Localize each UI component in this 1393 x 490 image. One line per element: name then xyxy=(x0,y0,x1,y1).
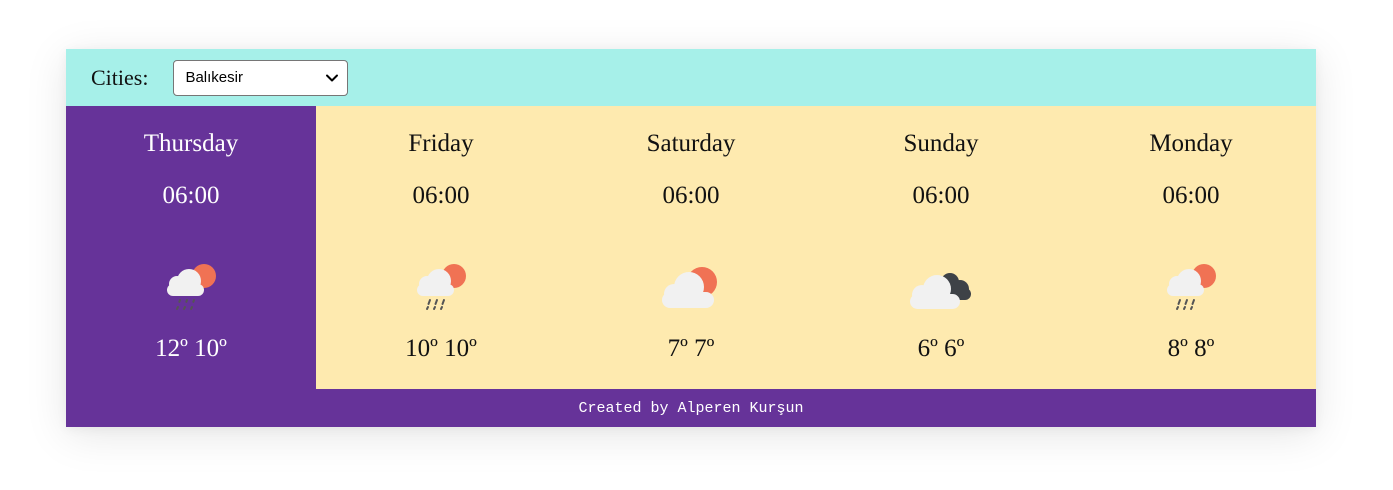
cities-label: Cities: xyxy=(91,64,149,90)
cloud-sun-icon xyxy=(662,267,717,308)
chevron-down-icon xyxy=(326,74,339,81)
day-card-sunday[interactable]: Sunday 06:00 6º 6º xyxy=(816,106,1066,389)
day-time: 06:00 xyxy=(662,182,720,209)
day-temperature: 12º 10º xyxy=(155,335,227,362)
day-card-thursday[interactable]: Thursday 06:00 12º 10º xyxy=(66,106,316,389)
day-card-saturday[interactable]: Saturday 06:00 7º 7º xyxy=(566,106,816,389)
day-temperature: 10º 10º xyxy=(405,335,477,362)
day-name: Saturday xyxy=(646,130,736,157)
city-select[interactable]: Balıkesir xyxy=(173,59,349,96)
day-time: 06:00 xyxy=(412,182,470,209)
day-temperature: 7º 7º xyxy=(667,335,715,362)
day-time: 06:00 xyxy=(162,182,220,209)
cloud-sun-rain-icon xyxy=(167,264,216,310)
footer: Created by Alperen Kurşun xyxy=(66,389,1316,427)
day-time: 06:00 xyxy=(912,182,970,209)
day-card-monday[interactable]: Monday 06:00 8º 8º xyxy=(1066,106,1316,389)
day-card-friday[interactable]: Friday 06:00 10º 10º xyxy=(316,106,566,389)
forecast-days: Thursday 06:00 12º 10º Friday 06:00 10º … xyxy=(66,106,1316,389)
day-time: 06:00 xyxy=(1162,182,1220,209)
day-name: Thursday xyxy=(143,130,239,157)
dark-clouds-icon xyxy=(910,273,971,309)
day-name: Sunday xyxy=(903,130,979,157)
day-name: Monday xyxy=(1149,130,1233,157)
day-name: Friday xyxy=(408,130,474,157)
footer-credit: Created by Alperen Kurşun xyxy=(578,399,804,417)
city-select-value: Balıkesir xyxy=(185,69,243,86)
day-temperature: 8º 8º xyxy=(1167,335,1215,362)
weather-app: Cities: Balıkesir Thursday 06:00 12º 10º… xyxy=(66,49,1316,427)
cloud-sun-rain-icon xyxy=(417,264,466,310)
cloud-sun-rain-icon xyxy=(1167,264,1216,310)
day-temperature: 6º 6º xyxy=(917,335,965,362)
city-bar: Cities: Balıkesir xyxy=(66,49,1316,106)
